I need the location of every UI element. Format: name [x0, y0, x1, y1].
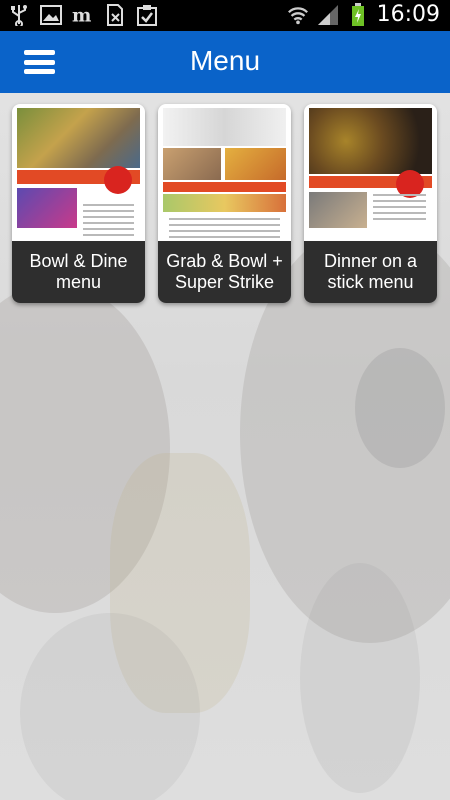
clipboard-check-icon [136, 4, 158, 26]
no-sim-icon [104, 4, 126, 26]
page-title: Menu [189, 45, 261, 76]
card-label: Bowl & Dine menu [12, 241, 145, 303]
menu-thumbnail [17, 108, 140, 248]
battery-charging-icon [347, 2, 369, 26]
menu-card-grab-bowl[interactable]: Grab & Bowl + Super Strike [158, 104, 291, 303]
menu-card-bowl-dine[interactable]: Bowl & Dine menu [12, 104, 145, 303]
image-icon [40, 4, 62, 26]
menu-card-dinner-stick[interactable]: Dinner on a stick menu [304, 104, 437, 303]
svg-text:m: m [72, 5, 91, 25]
m-icon: m [72, 4, 94, 26]
status-bar: m 16:09 [0, 0, 450, 31]
card-label: Dinner on a stick menu [304, 241, 437, 303]
card-label: Grab & Bowl + Super Strike [158, 241, 291, 303]
clock: 16:09 [376, 2, 440, 27]
app-bar: Menu [0, 31, 450, 93]
signal-icon [317, 4, 339, 26]
wifi-icon [287, 4, 309, 26]
menu-thumbnail [163, 108, 286, 248]
usb-icon [8, 4, 30, 26]
menu-thumbnail [309, 108, 432, 248]
